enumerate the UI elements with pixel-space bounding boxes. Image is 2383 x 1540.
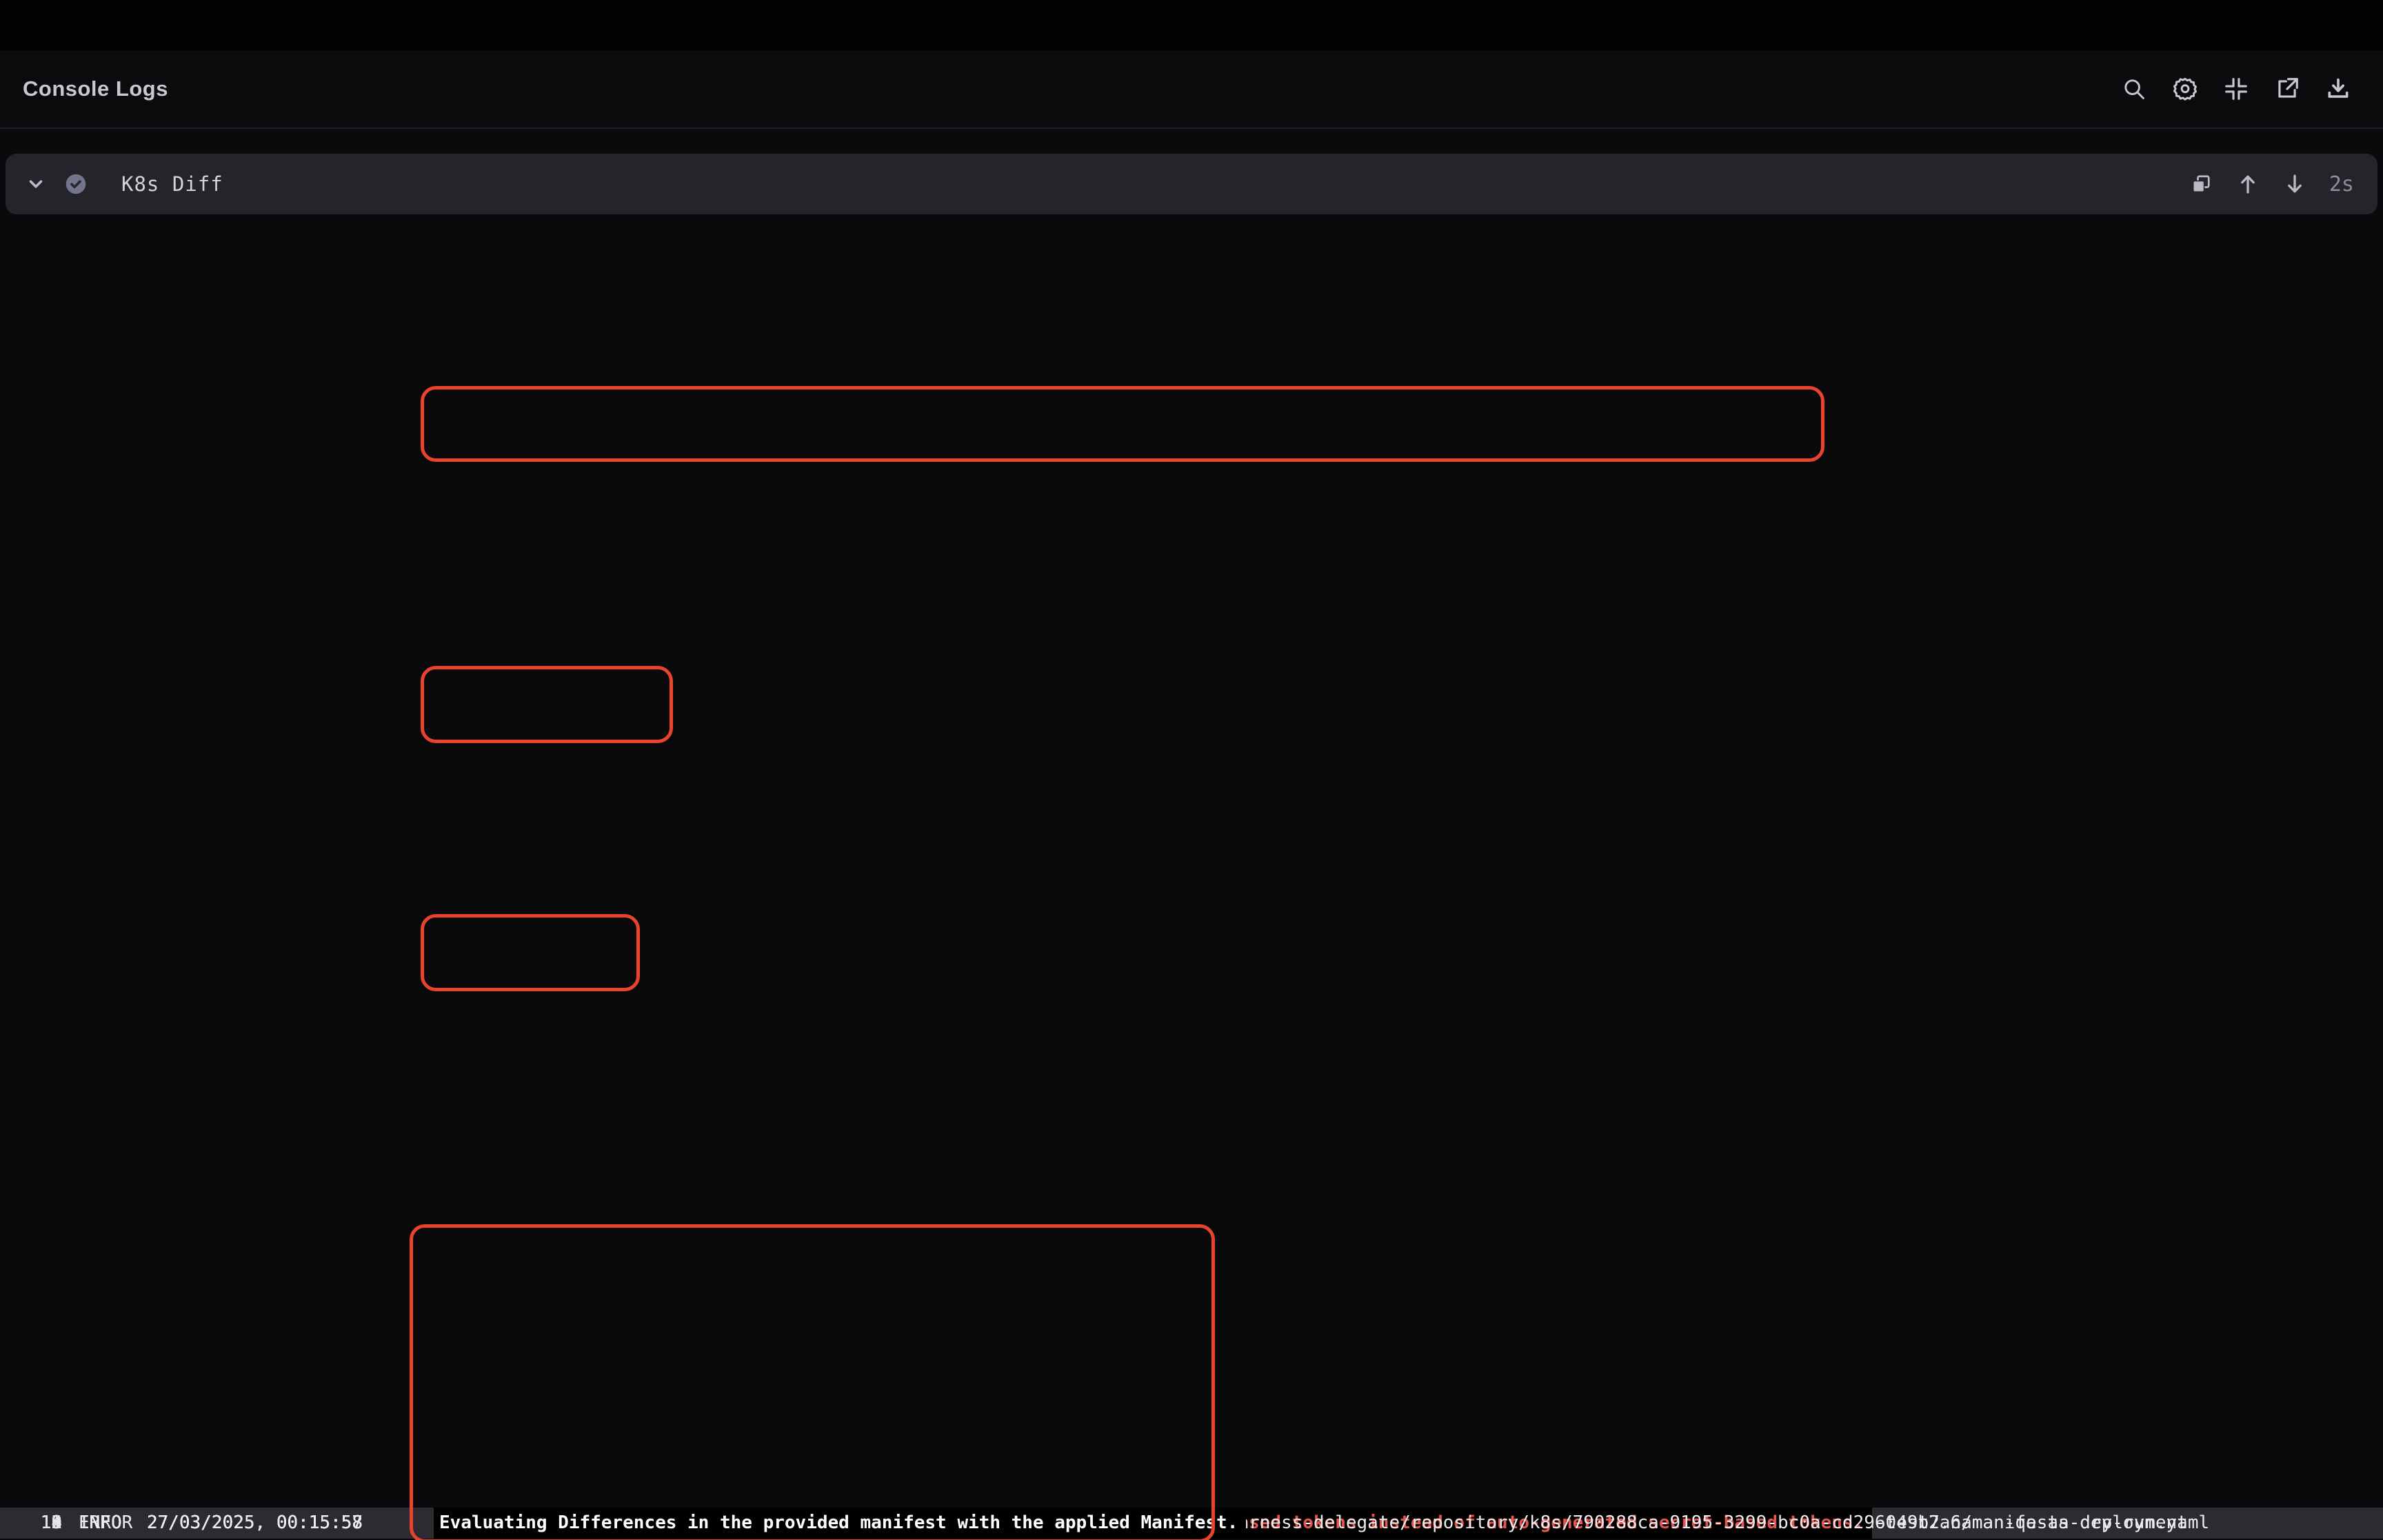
log-viewport[interactable]: 46INFO27/03/2025, 00:15:58+ name: naman-… xyxy=(0,236,2383,1540)
check-circle-icon xyxy=(63,172,88,196)
step-duration: 2s xyxy=(2329,172,2354,196)
step-name[interactable]: K8s Diff xyxy=(121,172,223,196)
scroll-to-bottom-icon[interactable] xyxy=(2282,172,2307,196)
console-logs-header: Console Logs xyxy=(0,50,2383,129)
open-in-new-icon[interactable] xyxy=(2274,76,2300,102)
collapse-icon[interactable] xyxy=(2223,76,2249,102)
chevron-down-icon[interactable] xyxy=(23,172,48,196)
log-line-number: 8 xyxy=(0,1508,62,1539)
header-toolbar xyxy=(2121,50,2351,128)
settings-gear-icon[interactable] xyxy=(2172,76,2198,102)
diff-annotation-box-generation xyxy=(421,666,673,743)
scroll-to-top-icon[interactable] xyxy=(2235,172,2260,196)
diff-annotation-box-replicas xyxy=(421,914,640,991)
step-header-left: K8s Diff xyxy=(23,172,223,196)
log-row-8[interactable]: 8 INFO 27/03/2025, 00:15:57 Evaluating Diff… xyxy=(0,1508,2383,1539)
step-header-bar[interactable]: K8s Diff 2s xyxy=(6,154,2377,214)
log-message-emphasis: Evaluating Differences in the provided m… xyxy=(434,1508,1246,1539)
console-logs-window: Console Logs xyxy=(0,0,2383,1540)
diff-annotation-box-file-headers xyxy=(421,386,1824,462)
step-header-actions: 2s xyxy=(2189,154,2354,214)
diff-annotation-box-containers xyxy=(410,1224,1215,1540)
log-timestamp: 27/03/2025, 00:15:57 xyxy=(147,1508,363,1539)
window-top-strip xyxy=(0,0,2383,50)
log-message: Evaluating Differences in the provided m… xyxy=(439,1508,1246,1539)
log-level: INFO xyxy=(79,1508,122,1539)
copy-icon[interactable] xyxy=(2189,172,2213,196)
page-title: Console Logs xyxy=(23,77,168,101)
download-icon[interactable] xyxy=(2325,76,2351,102)
search-icon[interactable] xyxy=(2121,76,2147,102)
